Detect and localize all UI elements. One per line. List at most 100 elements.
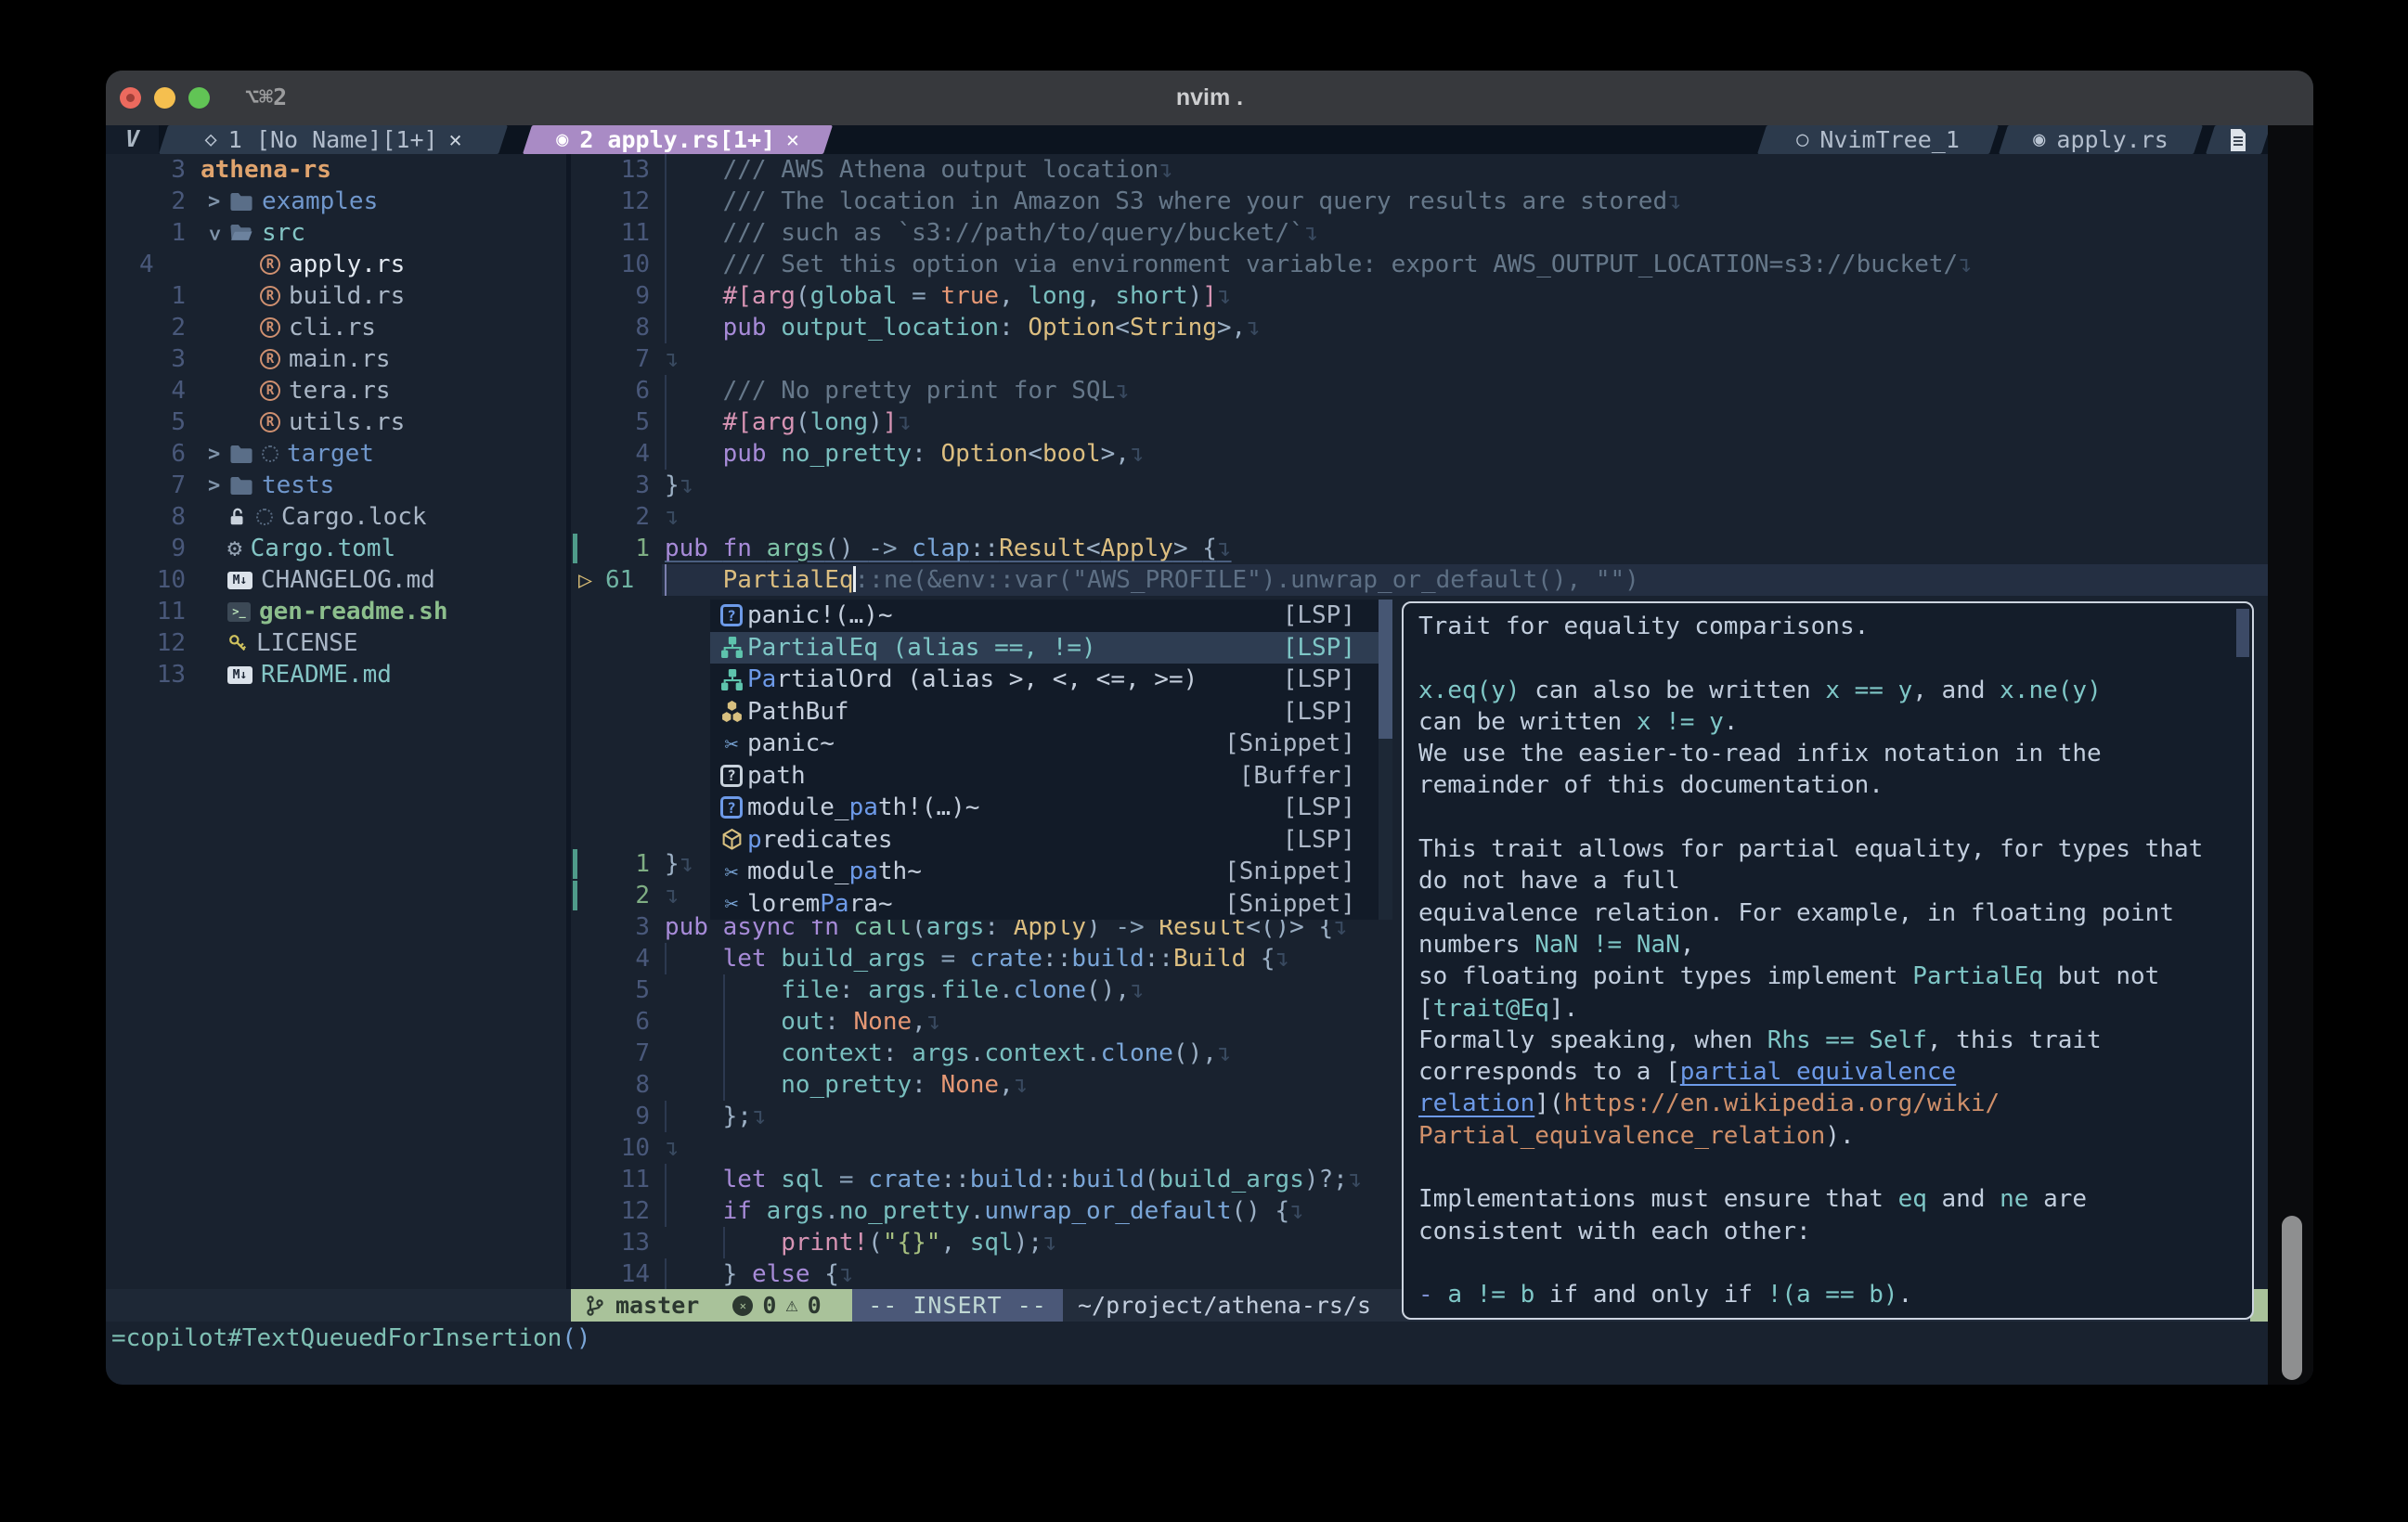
- code-line[interactable]: 2↴: [571, 501, 2268, 533]
- chevron-right-icon[interactable]: >: [208, 190, 221, 213]
- code-line[interactable]: 12 /// The location in Amazon S3 where y…: [571, 186, 2268, 217]
- tab-label: 1 [No Name][1+]: [228, 126, 438, 153]
- code-text: ↴: [665, 1132, 680, 1164]
- code-text: /// Set this option via environment vari…: [665, 249, 1973, 280]
- completion-item[interactable]: ✂panic~[Snippet]: [710, 728, 1392, 760]
- line-number: 10: [571, 1132, 650, 1164]
- tab-label: 2 apply.rs[1+]: [579, 126, 775, 153]
- line-number: 2: [106, 187, 186, 215]
- command-line: =copilot#TextQueuedForInsertion(): [106, 1322, 2268, 1355]
- command-line-suffix: (): [562, 1324, 590, 1352]
- line-number: 2: [106, 314, 186, 342]
- completion-item[interactable]: PathBuf[LSP]: [710, 696, 1392, 729]
- tree-item-content: M↓CHANGELOG.md: [227, 564, 435, 596]
- chevron-right-icon[interactable]: >: [208, 443, 221, 466]
- line-number: 10: [106, 566, 186, 594]
- code-line[interactable]: 5 #[arg(long)]↴: [571, 406, 2268, 438]
- tree-item-tests[interactable]: 7>tests: [106, 470, 566, 501]
- tree-item-src[interactable]: 1>src: [106, 217, 566, 249]
- doc-line: remainder of this documentation.: [1418, 769, 2252, 801]
- tree-item-cargo-lock[interactable]: 8Cargo.lock: [106, 501, 566, 533]
- doc-link[interactable]: relation: [1418, 1090, 1534, 1117]
- tree-item-readme-md[interactable]: 13M↓README.md: [106, 659, 566, 690]
- line-number: 9: [571, 1101, 650, 1132]
- diagnostics-error-count: 0: [762, 1292, 776, 1319]
- code-line[interactable]: 8 pub output_location: Option<String>,↴: [571, 312, 2268, 343]
- tab-no-name[interactable]: ◇ 1 [No Name][1+] ✕: [163, 125, 503, 154]
- code-text: out: None,↴: [665, 1006, 940, 1038]
- code-line[interactable]: 9 #[arg(global = true, long, short)]↴: [571, 280, 2268, 312]
- line-number: 10: [571, 249, 650, 280]
- tree-item-apply-rs[interactable]: 4Rapply.rs: [106, 249, 566, 280]
- completion-item[interactable]: predicates [LSP]: [710, 824, 1392, 857]
- completion-item[interactable]: ?module_path!(…)~[LSP]: [710, 792, 1392, 824]
- completion-scrollbar[interactable]: [1379, 600, 1392, 920]
- completion-item[interactable]: ✂loremPara~[Snippet]: [710, 888, 1392, 921]
- code-line[interactable]: 10 /// Set this option via environment v…: [571, 249, 2268, 280]
- doc-line: [1418, 1247, 2252, 1279]
- eol-marker: ↴: [680, 850, 694, 878]
- circle-icon: ○: [1796, 128, 1808, 151]
- code-line[interactable]: 1pub fn args() -> clap::Result<Apply> {↴: [571, 533, 2268, 564]
- code-line[interactable]: 7↴: [571, 343, 2268, 375]
- doc-link[interactable]: partial equivalence: [1680, 1058, 1956, 1086]
- trait-kind-icon: [720, 668, 744, 691]
- line-number: 8: [106, 503, 186, 531]
- completion-item[interactable]: ?panic!(…)~[LSP]: [710, 600, 1392, 632]
- tree-item-label: apply.rs: [289, 251, 405, 278]
- completion-label: PartialEq (alias ==, !=): [747, 634, 1096, 662]
- completion-source-tag: [LSP]: [1283, 826, 1392, 854]
- completion-item[interactable]: ?path[Buffer]: [710, 760, 1392, 793]
- tree-item-build-rs[interactable]: 1Rbuild.rs: [106, 280, 566, 312]
- doc-text: ,: [1680, 931, 1695, 959]
- line-number: 5: [571, 974, 650, 1006]
- winbar-nvimtree[interactable]: ○ NvimTree_1: [1762, 125, 1994, 154]
- tab-apply-rs[interactable]: ◉ 2 apply.rs[1+] ✕: [527, 125, 828, 154]
- chevron-down-icon[interactable]: >: [203, 228, 227, 241]
- close-tab-icon[interactable]: ✕: [786, 128, 799, 152]
- completion-scrollbar-thumb[interactable]: [1379, 600, 1392, 739]
- tree-item-main-rs[interactable]: 3Rmain.rs: [106, 343, 566, 375]
- terminal-scrollbar-thumb[interactable]: [2282, 1216, 2302, 1380]
- completion-label: predicates: [747, 826, 893, 854]
- code-line[interactable]: 4 pub no_pretty: Option<bool>,↴: [571, 438, 2268, 470]
- tree-item-cargo-toml[interactable]: 9⚙Cargo.toml: [106, 533, 566, 564]
- completion-label: module_path!(…)~: [747, 793, 979, 821]
- code-text: no_pretty: None,↴: [665, 1069, 1028, 1101]
- close-tab-icon[interactable]: ✕: [449, 128, 462, 152]
- tree-item-changelog-md[interactable]: 10 M↓CHANGELOG.md: [106, 564, 566, 596]
- tree-item-content: ⚙Cargo.toml: [227, 533, 395, 564]
- documentation-scrollbar-thumb[interactable]: [2236, 609, 2249, 657]
- code-line[interactable]: 6 /// No pretty print for SQL↴: [571, 375, 2268, 406]
- buffer-active-icon: ◉: [556, 128, 568, 151]
- winbar-apply-rs[interactable]: ◉ apply.rs: [2003, 125, 2198, 154]
- tree-item-target[interactable]: 6>target: [106, 438, 566, 470]
- code-line[interactable]: 13 /// AWS Athena output location↴: [571, 154, 2268, 186]
- file-path: ~/project/athena-rs/s: [1063, 1289, 1371, 1322]
- buffer-list-button[interactable]: [2210, 125, 2266, 154]
- code-line[interactable]: 3}↴: [571, 470, 2268, 501]
- doc-line: We use the easier-to-read infix notation…: [1418, 738, 2252, 769]
- tree-item-tera-rs[interactable]: 4Rtera.rs: [106, 375, 566, 406]
- tree-item-cli-rs[interactable]: 2Rcli.rs: [106, 312, 566, 343]
- tree-item-examples[interactable]: 2>examples: [106, 186, 566, 217]
- tree-item-content: Rapply.rs: [260, 249, 405, 280]
- eol-marker: ↴: [1130, 440, 1145, 468]
- tree-item-utils-rs[interactable]: 5Rutils.rs: [106, 406, 566, 438]
- doc-text: a != b: [1447, 1281, 1534, 1309]
- code-line[interactable]: 11 /// such as `s3://path/to/query/bucke…: [571, 217, 2268, 249]
- statusline-git-segment: master ✕ 0 ⚠ 0: [571, 1289, 852, 1322]
- tree-item-gen-readme-sh[interactable]: 11>_gen-readme.sh: [106, 596, 566, 627]
- doc-line: numbers NaN != NaN,: [1418, 929, 2252, 961]
- doc-line: Trait for equality comparisons.: [1418, 611, 2252, 642]
- completion-item[interactable]: PartialOrd (alias >, <, <=, >=)[LSP]: [710, 664, 1392, 696]
- line-number: 4: [571, 943, 650, 974]
- tree-item-license[interactable]: 12LICENSE: [106, 627, 566, 659]
- completion-item[interactable]: ✂module_path~[Snippet]: [710, 856, 1392, 888]
- chevron-right-icon[interactable]: >: [208, 474, 221, 497]
- doc-text: ne: [2000, 1185, 2028, 1213]
- completion-item[interactable]: PartialEq (alias ==, !=)[LSP]: [710, 632, 1392, 664]
- snippet-kind-icon: ✂: [724, 730, 738, 757]
- code-line[interactable]: ▷61 PartialEq::ne(&env::var("AWS_PROFILE…: [571, 564, 2268, 596]
- tree-item-athena-rs[interactable]: 3athena-rs: [106, 154, 566, 186]
